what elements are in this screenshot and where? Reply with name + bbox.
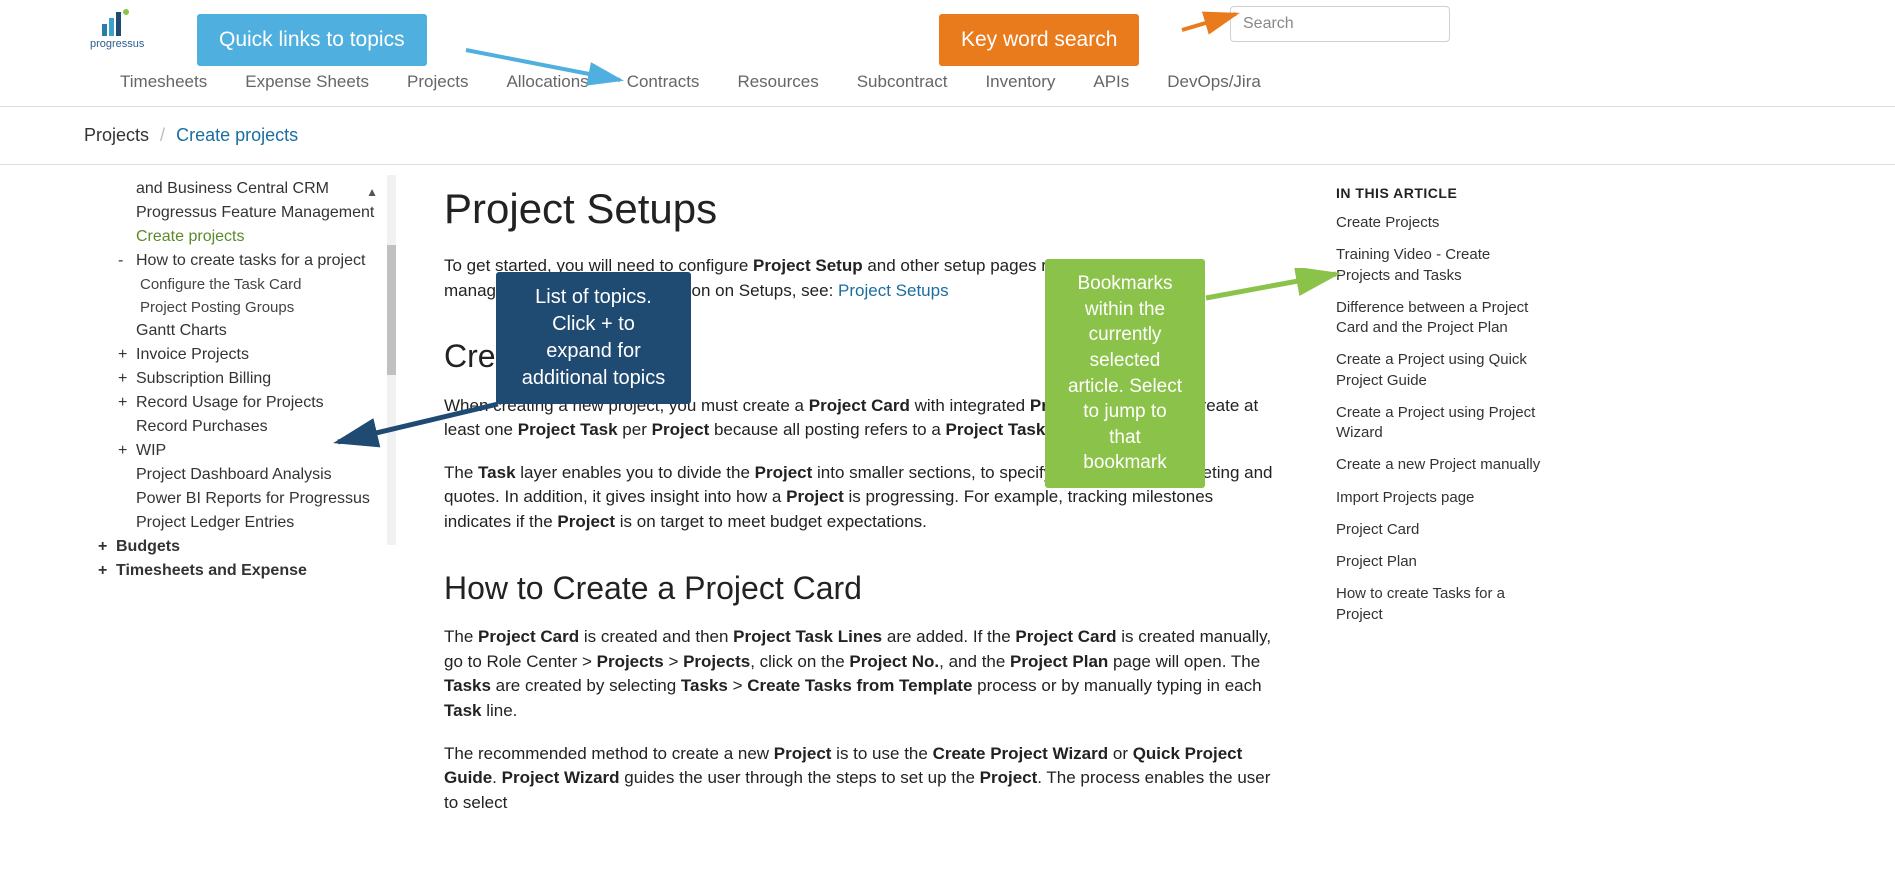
sidebar-item[interactable]: + Subscription Billing <box>84 367 396 391</box>
sidebar-item-label: Create projects <box>136 228 245 245</box>
search-wrapper <box>1230 6 1450 42</box>
expand-icon[interactable]: + <box>98 538 107 556</box>
page-title: Project Setups <box>444 179 1276 240</box>
nav-timesheets[interactable]: Timesheets <box>120 72 207 92</box>
chevron-up-icon[interactable]: ▲ <box>366 185 378 199</box>
rtoc-link[interactable]: Difference between a Project Card and th… <box>1336 298 1546 339</box>
heading-create-card: How to Create a Project Card <box>444 565 1276 611</box>
paragraph: The recommended method to create a new P… <box>444 742 1276 816</box>
sidebar-item-label: Power BI Reports for Progressus <box>136 490 370 507</box>
sidebar-item-label: Budgets <box>116 538 180 555</box>
callout-topnav: Quick links to topics <box>197 14 427 66</box>
sidebar-item[interactable]: Progressus Feature Management <box>84 201 396 225</box>
sidebar-item-label: Timesheets and Expense <box>116 562 307 579</box>
rtoc-link[interactable]: How to create Tasks for a Project <box>1336 584 1546 625</box>
callout-search: Key word search <box>939 14 1139 66</box>
callout-sidebar: List of topics. Click + to expand for ad… <box>496 272 691 404</box>
sidebar-item-label: Subscription Billing <box>136 370 271 387</box>
sidebar-item[interactable]: Project Posting Groups <box>84 296 396 319</box>
sidebar-item-label: Project Ledger Entries <box>136 514 294 531</box>
breadcrumb-sep: / <box>160 125 165 145</box>
in-this-article: IN THIS ARTICLE Create Projects Training … <box>1336 165 1556 844</box>
sidebar-item[interactable]: and Business Central CRM ▲ <box>84 177 396 201</box>
breadcrumb: Projects / Create projects <box>0 107 1895 165</box>
breadcrumb-current[interactable]: Create projects <box>176 125 298 145</box>
sidebar-item[interactable]: Project Ledger Entries <box>84 511 396 535</box>
rtoc-link[interactable]: Import Projects page <box>1336 488 1546 508</box>
rtoc-link[interactable]: Project Card <box>1336 520 1546 540</box>
sidebar-item-label: Invoice Projects <box>136 346 249 363</box>
sidebar-item[interactable]: Project Dashboard Analysis <box>84 463 396 487</box>
nav-projects[interactable]: Projects <box>407 72 468 92</box>
sidebar-item-label: WIP <box>136 442 166 459</box>
rtoc-link[interactable]: Project Plan <box>1336 552 1546 572</box>
callout-bookmarks: Bookmarks within the currently selected … <box>1045 259 1205 488</box>
link-project-setups[interactable]: Project Setups <box>838 281 949 300</box>
paragraph: The Project Card is created and then Pro… <box>444 625 1276 724</box>
sidebar-item[interactable]: Configure the Task Card <box>84 273 396 296</box>
sidebar-item-label: Project Dashboard Analysis <box>136 466 332 483</box>
sidebar-item[interactable]: Create projects <box>84 225 396 249</box>
rtoc-header: IN THIS ARTICLE <box>1336 185 1546 201</box>
search-input[interactable] <box>1230 6 1450 42</box>
nav-devops-jira[interactable]: DevOps/Jira <box>1167 72 1261 92</box>
sidebar-item[interactable]: + Record Usage for Projects <box>84 391 396 415</box>
logo-icon <box>98 8 136 38</box>
rtoc-link[interactable]: Create Projects <box>1336 213 1546 233</box>
expand-icon[interactable]: + <box>98 562 107 580</box>
logo-text: progressus <box>90 38 144 50</box>
nav-inventory[interactable]: Inventory <box>985 72 1055 92</box>
nav-contracts[interactable]: Contracts <box>627 72 700 92</box>
sidebar-item-label: and Business Central CRM <box>136 180 329 197</box>
sidebar-item[interactable]: + Budgets <box>84 535 396 559</box>
nav-expense-sheets[interactable]: Expense Sheets <box>245 72 369 92</box>
sidebar-item[interactable]: -How to create tasks for a project <box>84 249 396 273</box>
sidebar: and Business Central CRM ▲ Progressus Feat… <box>84 165 396 844</box>
sidebar-item[interactable]: + Invoice Projects <box>84 343 396 367</box>
sidebar-item-label: Progressus Feature Management <box>136 204 374 221</box>
sidebar-item-label: Project Posting Groups <box>140 299 294 316</box>
sidebar-item-label: Gantt Charts <box>136 322 227 339</box>
rtoc-link[interactable]: Create a Project using Quick Project Gui… <box>1336 350 1546 391</box>
breadcrumb-root[interactable]: Projects <box>84 125 149 145</box>
sidebar-item[interactable]: Power BI Reports for Progressus <box>84 487 396 511</box>
rtoc-link[interactable]: Create a Project using Project Wizard <box>1336 403 1546 444</box>
expand-icon[interactable]: + <box>118 346 127 364</box>
nav-subcontract[interactable]: Subcontract <box>857 72 948 92</box>
expand-icon[interactable]: + <box>118 370 127 388</box>
sidebar-item[interactable]: + Timesheets and Expense <box>84 559 396 583</box>
logo[interactable]: progressus <box>90 8 144 50</box>
rtoc-link[interactable]: Create a new Project manually <box>1336 455 1546 475</box>
sidebar-item-label: Configure the Task Card <box>140 276 301 293</box>
content-row: and Business Central CRM ▲ Progressus Feat… <box>0 165 1895 844</box>
sidebar-item-label: How to create tasks for a project <box>136 252 365 269</box>
sidebar-item[interactable]: Gantt Charts <box>84 319 396 343</box>
rtoc-link[interactable]: Training Video - Create Projects and Tas… <box>1336 245 1546 286</box>
nav-allocations[interactable]: Allocations <box>506 72 588 92</box>
sidebar-item[interactable]: + WIP <box>84 439 396 463</box>
collapse-icon[interactable]: - <box>118 252 123 270</box>
top-nav: Timesheets Expense Sheets Projects Alloc… <box>0 60 1895 107</box>
sidebar-item-label: Record Usage for Projects <box>136 394 324 411</box>
sidebar-item[interactable]: Record Purchases <box>84 415 396 439</box>
nav-apis[interactable]: APIs <box>1093 72 1129 92</box>
nav-resources[interactable]: Resources <box>737 72 818 92</box>
expand-icon[interactable]: + <box>118 442 127 460</box>
sidebar-item-label: Record Purchases <box>136 418 268 435</box>
expand-icon[interactable]: + <box>118 394 127 412</box>
